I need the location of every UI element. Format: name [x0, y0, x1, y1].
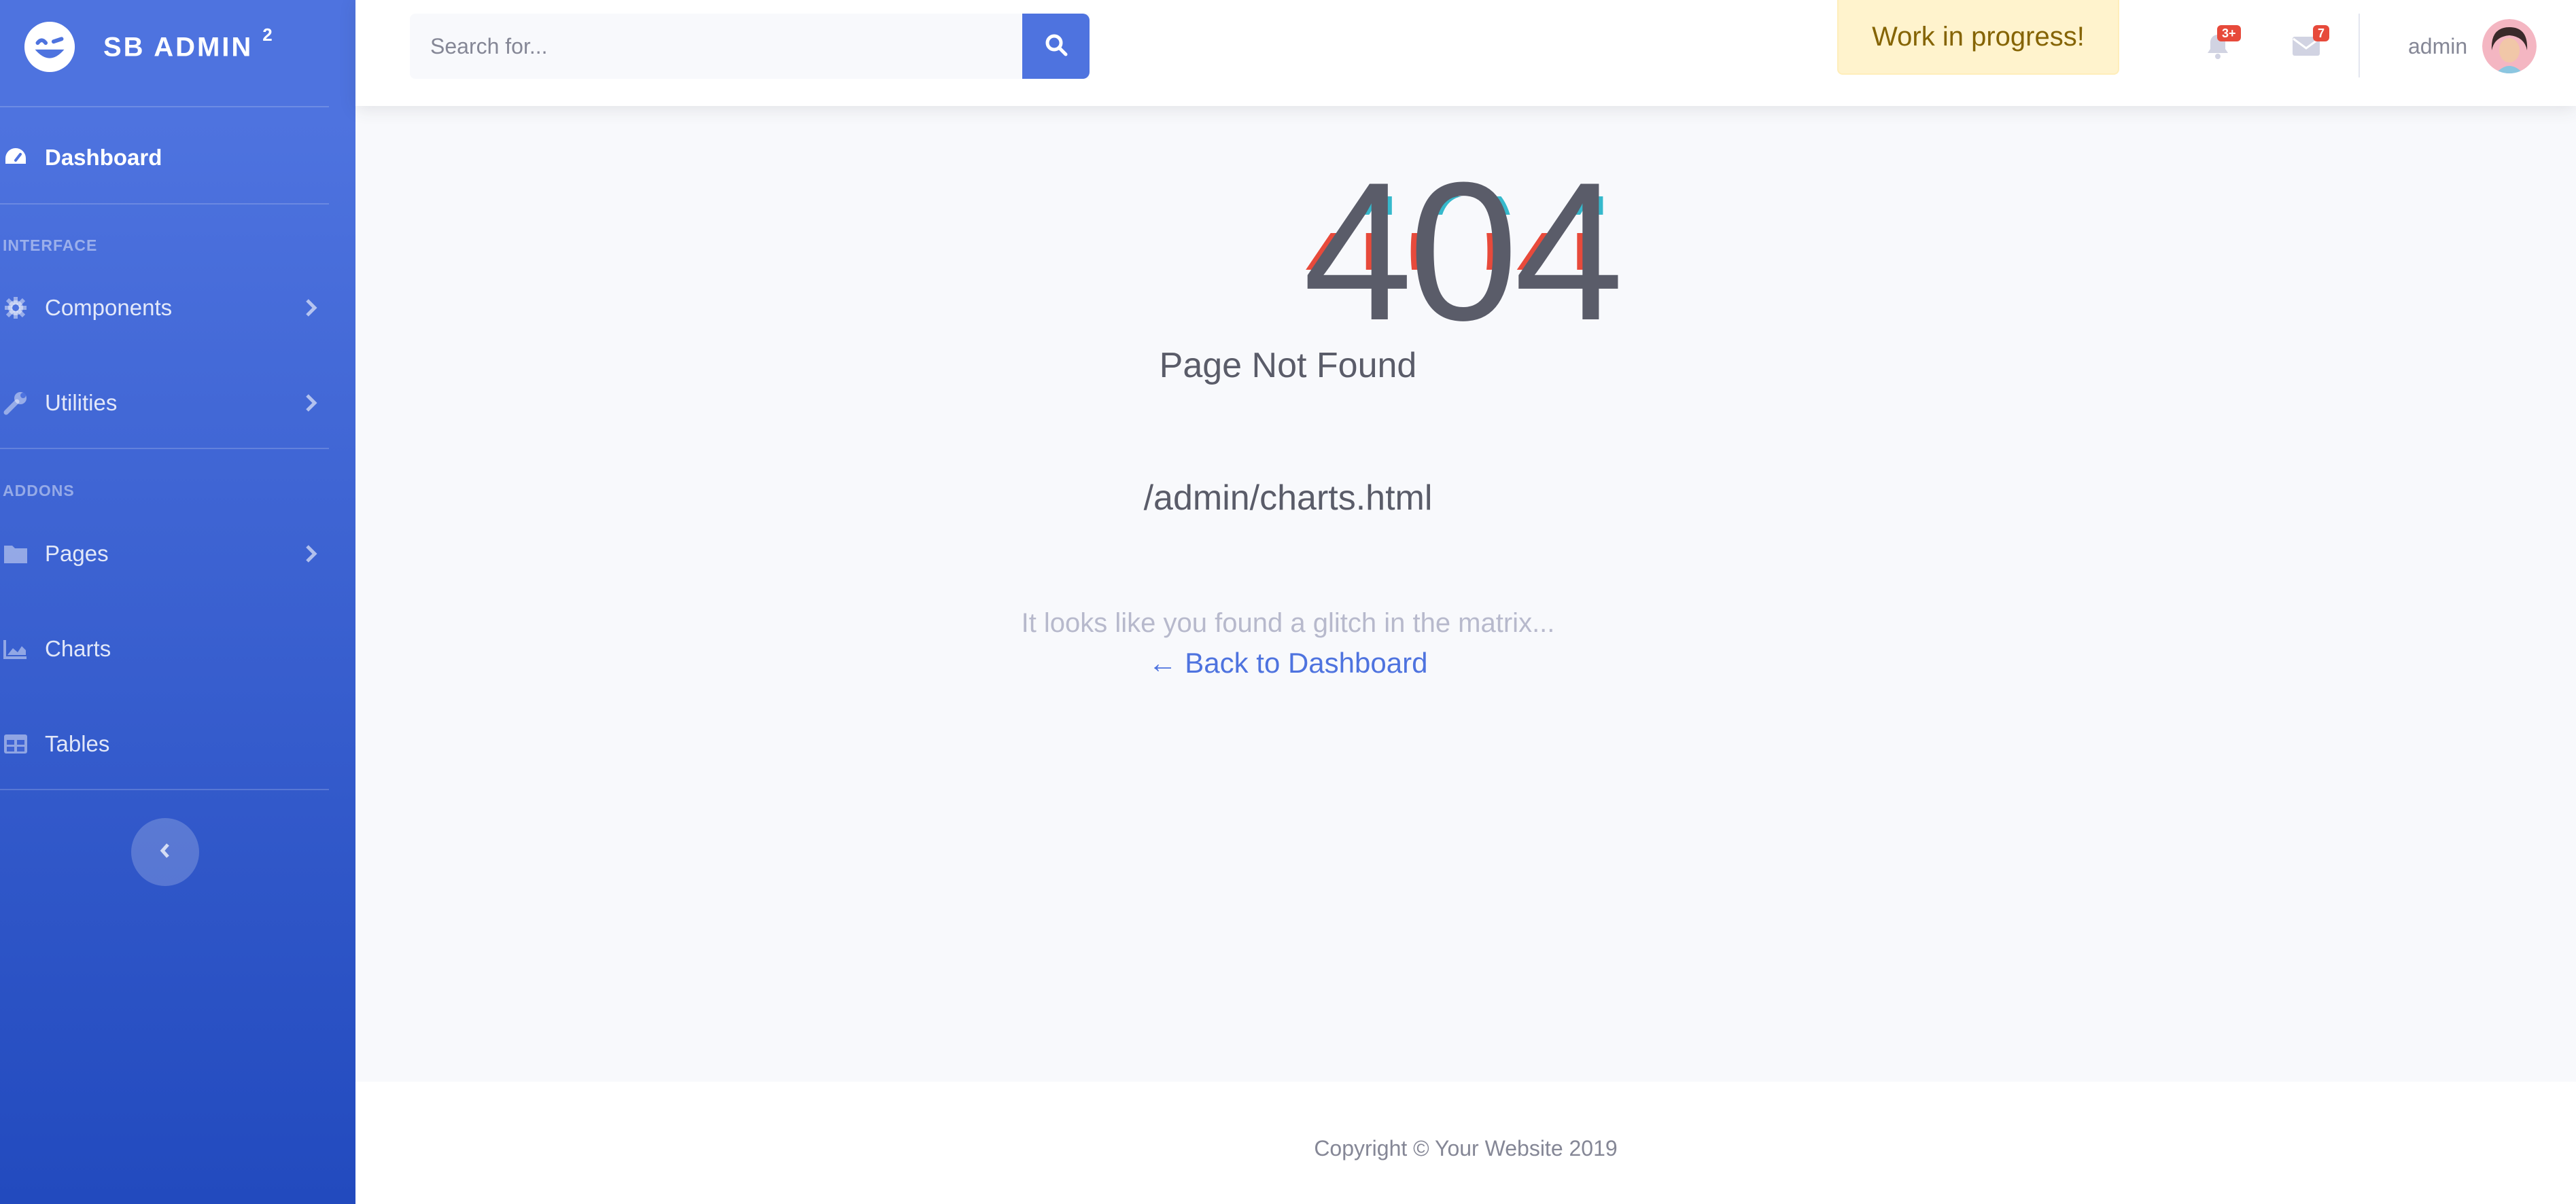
sidebar-item-label: Pages	[45, 541, 109, 566]
brand-name: SB ADMIN 2	[103, 24, 275, 63]
search-button[interactable]	[1022, 14, 1090, 79]
error-path: /admin/charts.html	[1143, 478, 1433, 518]
sidebar-item-pages[interactable]: Pages	[0, 525, 353, 582]
alerts-count-badge: 3+	[2217, 25, 2241, 41]
folder-icon	[3, 541, 29, 567]
messages-button[interactable]: 7	[2286, 25, 2330, 68]
chevron-right-icon	[304, 391, 321, 415]
tachometer-icon	[3, 145, 29, 171]
user-name[interactable]: admin	[2408, 34, 2467, 59]
chevron-right-icon	[304, 542, 321, 566]
footer: Copyright © Your Website 2019	[355, 1082, 2576, 1204]
error-message: It looks like you found a glitch in the …	[1021, 608, 1555, 638]
messages-count-badge: 7	[2313, 25, 2330, 41]
topbar: Work in progress! 3+ 7 admin	[355, 0, 2576, 106]
alerts-button[interactable]: 3+	[2197, 25, 2241, 68]
wrench-icon	[3, 390, 29, 416]
error-code-text: 404	[1303, 141, 1624, 361]
laugh-wink-icon	[24, 21, 75, 73]
sidebar-divider	[0, 203, 329, 205]
error-title: Page Not Found	[1159, 346, 1417, 385]
sidebar-brand[interactable]: SB ADMIN 2	[0, 0, 355, 106]
avatar[interactable]	[2482, 19, 2537, 73]
sidebar: SB ADMIN 2 Dashboard INTERFACE Components…	[0, 0, 355, 1204]
sidebar-toggle-button[interactable]	[131, 818, 199, 886]
sidebar-item-components[interactable]: Components	[0, 279, 353, 336]
sidebar-divider	[0, 106, 329, 107]
chevron-right-icon	[304, 296, 321, 320]
sidebar-item-tables[interactable]: Tables	[0, 715, 353, 773]
table-icon	[3, 731, 29, 757]
sidebar-divider	[0, 448, 329, 449]
sidebar-item-label: Components	[45, 295, 173, 320]
sidebar-divider	[0, 789, 329, 790]
copyright: Copyright © Your Website 2019	[1314, 1136, 1618, 1161]
sidebar-item-label: Dashboard	[45, 145, 162, 170]
search-box	[410, 14, 1090, 79]
sidebar-item-label: Utilities	[45, 390, 118, 415]
sidebar-heading-interface: INTERFACE	[3, 236, 98, 254]
search-input[interactable]	[410, 14, 1022, 79]
sidebar-item-dashboard[interactable]: Dashboard	[0, 129, 353, 186]
topbar-divider	[2359, 14, 2360, 77]
sidebar-item-label: Tables	[45, 731, 110, 756]
back-to-dashboard-link[interactable]: ← Back to Dashboard	[0, 647, 2576, 679]
error-code: 404 404 404	[1291, 141, 1631, 361]
chevron-left-icon	[158, 842, 172, 863]
search-icon	[1045, 33, 1068, 60]
work-in-progress-alert: Work in progress!	[1837, 0, 2119, 75]
cog-icon	[3, 295, 29, 321]
